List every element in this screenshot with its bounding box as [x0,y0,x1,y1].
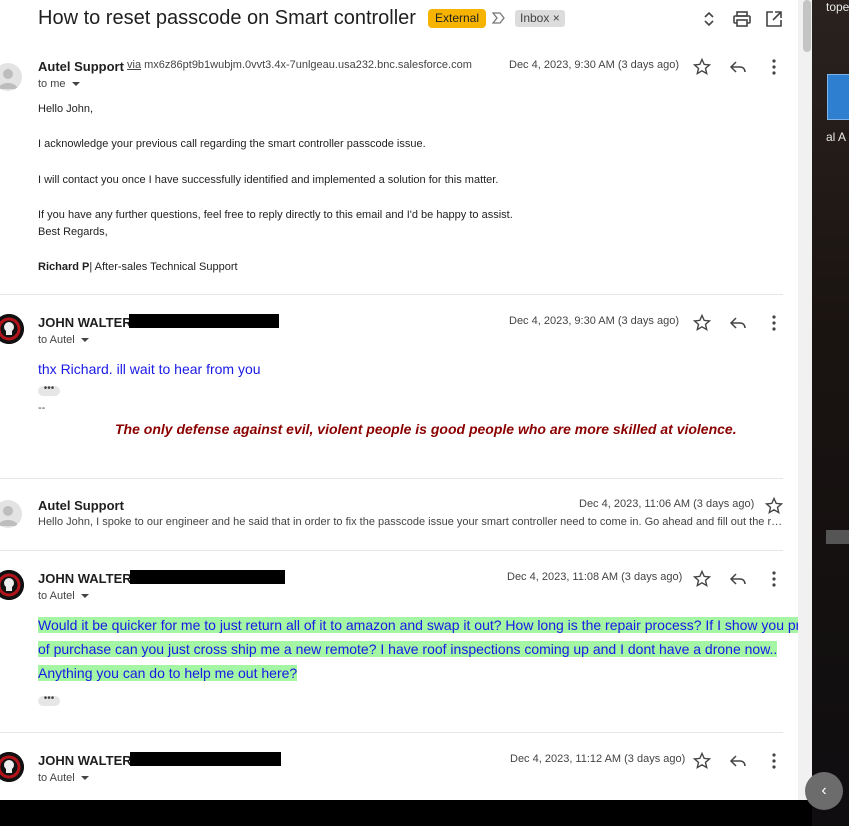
message-body: thx Richard. ill wait to hear from you [38,361,261,377]
via-address: via mx6z86pt9b1wubjm.0vvt3.4x-7unlgeau.u… [127,59,472,71]
message-date: Dec 4, 2023, 11:12 AM (3 days ago) [510,753,686,765]
avatar [0,63,22,91]
star-icon[interactable] [692,569,712,589]
background-window-bar [826,530,849,544]
show-trimmed-content-button[interactable]: ••• [38,384,60,396]
chevron-down-icon [80,776,89,781]
email-thread-view: How to reset passcode on Smart controlle… [0,0,798,800]
avatar [0,570,24,600]
message-divider [0,294,783,295]
expand-all-icon[interactable] [699,9,719,29]
chevron-down-icon [80,594,89,599]
signature-name: Richard P [38,261,90,273]
recipient-toggle[interactable]: to Autel [38,590,89,602]
highlighted-text: Would it be quicker for me to just retur… [38,617,798,633]
message-body-line: of purchase can you just cross ship me a… [38,641,778,657]
signature-quote: The only defense against evil, violent p… [115,421,737,437]
person-icon [0,506,18,526]
more-options-icon[interactable] [764,57,784,77]
body-line: I will contact you once I have successfu… [38,174,499,186]
reply-icon[interactable] [728,751,748,771]
body-line: Best Regards, [38,226,108,238]
via-domain: mx6z86pt9b1wubjm.0vvt3.4x-7unlgeau.usa23… [144,59,472,71]
message-date: Dec 4, 2023, 11:08 AM (3 days ago) [507,571,683,583]
external-label: External [428,9,487,28]
show-trimmed-content-button[interactable]: ••• [38,694,60,706]
message-divider [0,550,783,551]
recipient-text: to me [38,78,66,90]
redaction-bar [130,752,281,766]
message-date: Dec 4, 2023, 9:30 AM (3 days ago) [509,59,679,71]
star-icon[interactable] [692,751,712,771]
more-options-icon[interactable] [764,569,784,589]
sender-name: JOHN WALTER [38,571,132,586]
reply-icon[interactable] [728,313,748,333]
scrollbar-thumb[interactable] [803,0,811,52]
message-snippet: Hello John, I spoke to our engineer and … [38,516,783,528]
star-icon[interactable] [764,496,784,516]
sender-name: JOHN WALTER [38,315,132,330]
signature-title: | After-sales Technical Support [89,261,238,273]
recipient-text: to Autel [38,334,75,346]
recipient-toggle[interactable]: to Autel [38,334,89,346]
subject-row: How to reset passcode on Smart controlle… [0,0,798,38]
important-marker-icon[interactable] [492,11,506,25]
sender-name: Autel Support [38,59,124,74]
vertical-scrollbar[interactable] [798,0,812,800]
sender-name: JOHN WALTER [38,753,132,768]
star-icon[interactable] [692,313,712,333]
message-date: Dec 4, 2023, 11:06 AM (3 days ago) [579,498,755,510]
avatar [0,314,24,344]
chevron-down-icon [71,82,80,87]
more-options-icon[interactable] [764,313,784,333]
message-date: Dec 4, 2023, 9:30 AM (3 days ago) [509,315,679,327]
print-icon[interactable] [732,9,752,29]
message-body-line: Anything you can do to help me out here? [38,665,298,681]
recipient-toggle[interactable]: to Autel [38,772,89,784]
highlighted-text: of purchase can you just cross ship me a… [38,641,778,657]
inbox-label-text: Inbox [520,11,550,25]
message-divider [0,732,783,733]
background-window-text: al A [826,130,847,144]
remove-label-icon[interactable]: × [553,11,560,25]
skull-logo-icon [0,314,24,344]
via-link[interactable]: via [127,59,141,71]
recipient-toggle[interactable]: to me [38,78,80,90]
inbox-label[interactable]: Inbox × [515,10,565,27]
body-line: Hello John, [38,103,94,115]
chevron-down-icon [80,338,89,343]
signature: Richard P| After-sales Technical Support [38,261,238,273]
background-window-text: tope [826,0,849,14]
avatar [0,752,24,782]
reply-icon[interactable] [728,57,748,77]
star-icon[interactable] [692,57,712,77]
sender-name: Autel Support [38,498,124,513]
avatar [0,500,22,528]
recipient-text: to Autel [38,590,75,602]
person-icon [0,69,18,89]
background-window: tope al A [812,0,849,826]
more-options-icon[interactable] [764,751,784,771]
skull-logo-icon [0,570,24,600]
background-window-panel [827,74,849,120]
body-line: If you have any further questions, feel … [38,209,513,221]
skull-logo-icon [0,752,24,782]
desktop-bottom-strip [0,800,812,826]
reply-icon[interactable] [728,569,748,589]
open-in-new-window-icon[interactable] [764,9,784,29]
message-body-line: Would it be quicker for me to just retur… [38,617,798,633]
signature-separator: -- [38,402,46,414]
message-divider [0,478,783,479]
redaction-bar [129,314,279,328]
recipient-text: to Autel [38,772,75,784]
highlighted-text: Anything you can do to help me out here? [38,665,298,681]
redaction-bar [130,570,285,584]
thread-subject: How to reset passcode on Smart controlle… [38,7,416,29]
body-line: I acknowledge your previous call regardi… [38,138,426,150]
collapse-side-panel-button[interactable]: ‹ [805,772,843,810]
